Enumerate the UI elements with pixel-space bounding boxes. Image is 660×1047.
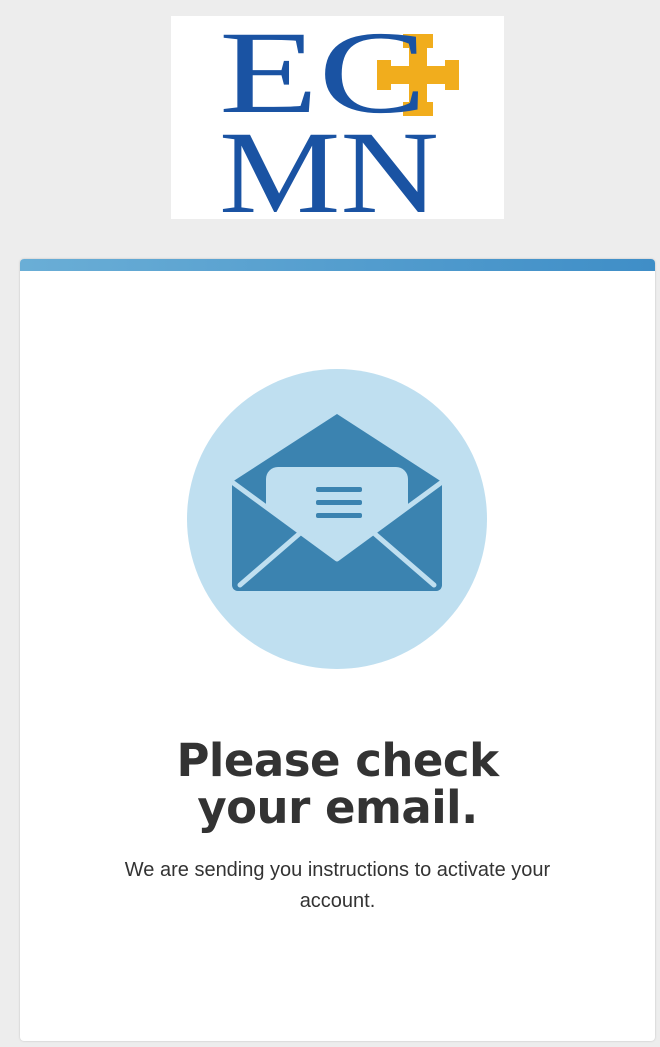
confirmation-card: Please check your email. We are sending … xyxy=(20,259,655,1041)
page-title: Please check your email. xyxy=(20,737,655,831)
letter-line xyxy=(316,487,362,492)
letter-line xyxy=(316,500,362,505)
logo: EC MN xyxy=(171,16,504,219)
open-envelope-icon xyxy=(187,369,487,669)
letter-line xyxy=(316,513,362,518)
title-line-1: Please check xyxy=(176,734,499,787)
logo-line2: MN xyxy=(219,107,439,219)
title-line-2: your email. xyxy=(197,781,478,834)
instructions-text: We are sending you instructions to activ… xyxy=(124,859,551,912)
card-accent-bar xyxy=(20,259,655,271)
ecmn-logo-image: EC MN xyxy=(219,16,459,219)
